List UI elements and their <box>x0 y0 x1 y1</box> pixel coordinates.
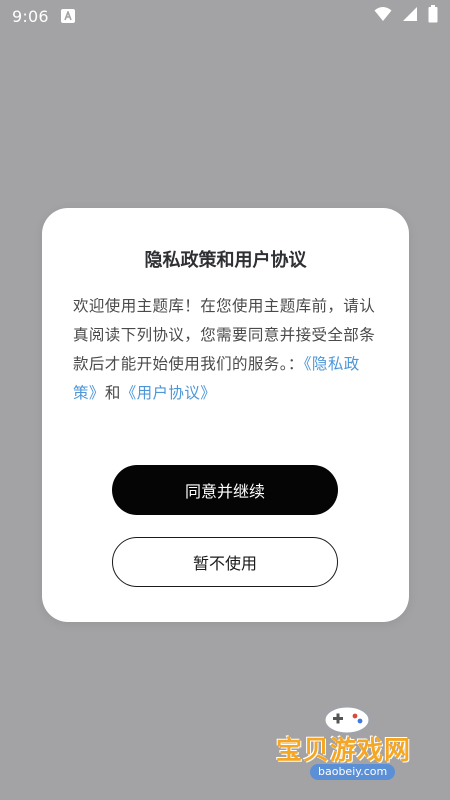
conjunction-text: 和 <box>104 384 121 402</box>
battery-icon <box>428 5 438 27</box>
privacy-dialog: 隐私政策和用户协议 欢迎使用主题库！在您使用主题库前，请认真阅读下列协议，您需要… <box>42 208 409 622</box>
watermark-logo: 宝贝游戏网 baobeiy.com <box>270 700 440 790</box>
signal-icon <box>402 6 418 26</box>
wifi-icon <box>374 6 392 26</box>
status-bar: 9:06 <box>0 0 450 32</box>
status-time: 9:06 <box>12 6 49 26</box>
watermark-text: 宝贝游戏网 <box>276 736 412 766</box>
watermark-domain: baobeiy.com <box>310 764 396 780</box>
user-agreement-link[interactable]: 《用户协议》 <box>121 384 216 402</box>
a-icon <box>60 9 75 23</box>
not-use-button[interactable]: 暂不使用 <box>112 537 338 587</box>
dialog-title: 隐私政策和用户协议 <box>144 250 307 271</box>
agree-continue-button[interactable]: 同意并继续 <box>112 465 338 515</box>
dialog-body: 欢迎使用主题库！在您使用主题库前，请认真阅读下列协议，您需要同意并接受全部条款后… <box>73 292 383 408</box>
